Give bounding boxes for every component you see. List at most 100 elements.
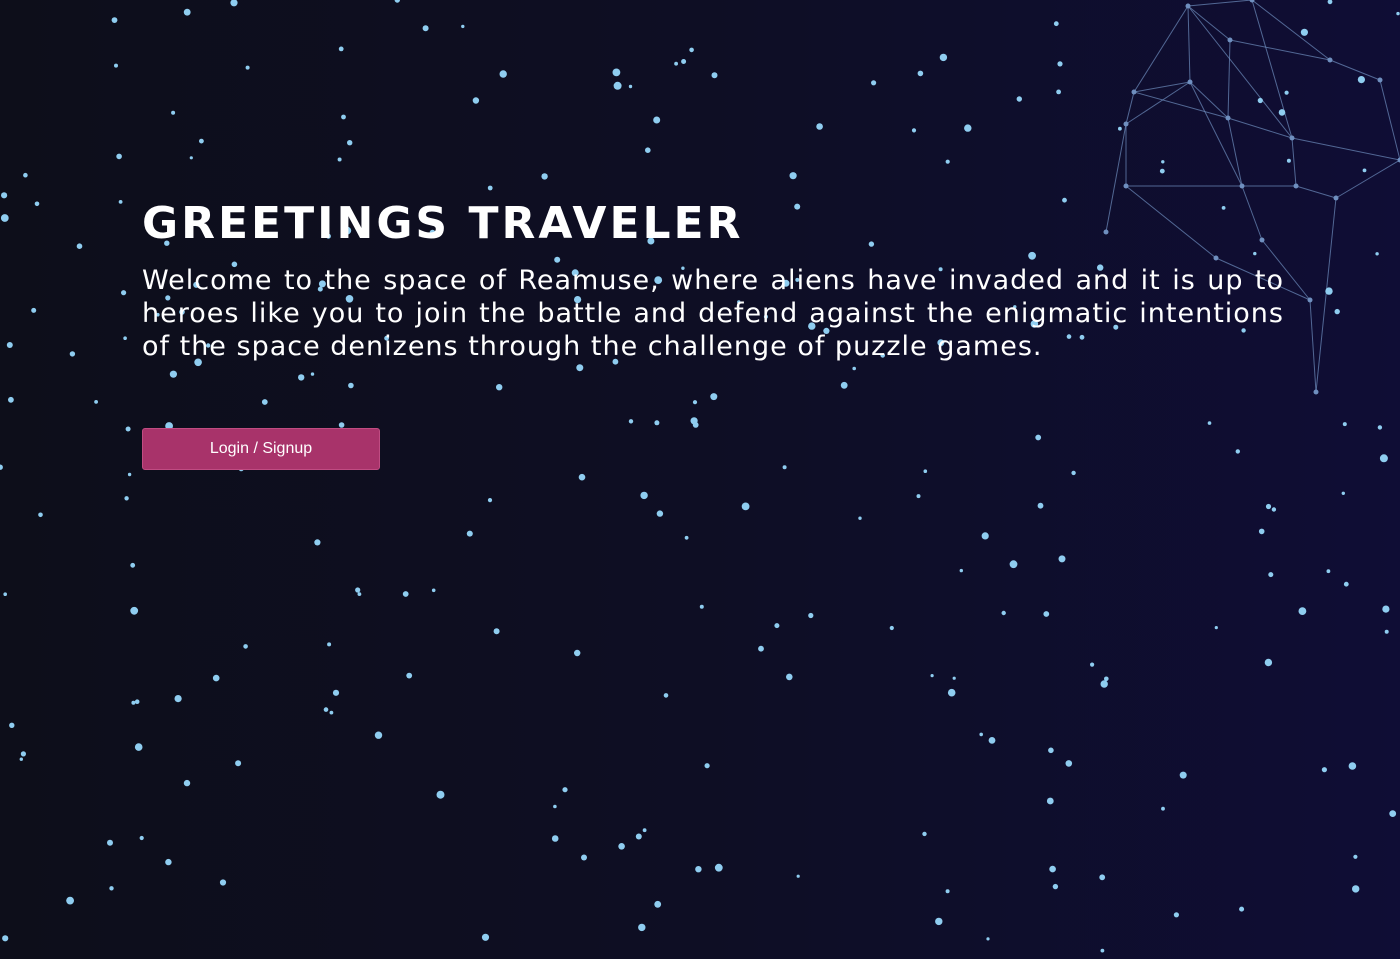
star-dot [1057, 61, 1063, 67]
star-dot [34, 201, 40, 207]
star-dot [628, 84, 633, 89]
network-line [1227, 39, 1231, 119]
star-dot [329, 710, 334, 715]
star-dot [638, 923, 646, 932]
star-dot [979, 732, 983, 737]
star-dot [858, 516, 862, 520]
star-dot [1037, 502, 1044, 509]
network-line [1227, 117, 1293, 139]
star-dot [562, 787, 568, 793]
star-dot [487, 498, 493, 503]
star-dot [406, 672, 413, 679]
star-dot [472, 97, 480, 104]
star-dot [125, 426, 131, 432]
star-dot [1058, 555, 1066, 563]
star-dot [171, 110, 176, 115]
star-dot [1161, 806, 1165, 811]
star-dot [116, 153, 122, 160]
star-dot [431, 588, 436, 593]
star-dot [230, 0, 238, 7]
star-dot [1286, 158, 1291, 163]
network-node [1293, 183, 1299, 189]
star-dot [541, 173, 548, 180]
star-dot [741, 502, 750, 511]
network-node [1187, 79, 1193, 85]
star-dot [917, 70, 924, 77]
star-dot [134, 699, 140, 704]
star-dot [581, 854, 587, 861]
network-node [1225, 115, 1231, 121]
star-dot [114, 63, 118, 68]
star-dot [130, 606, 139, 615]
star-dot [38, 512, 43, 518]
star-dot [1016, 96, 1022, 102]
star-dot [640, 491, 648, 500]
star-dot [645, 147, 651, 153]
star-dot [710, 393, 718, 401]
star-dot [1362, 168, 1367, 173]
page-title: GREETINGS TRAVELER [142, 198, 744, 249]
network-line [1251, 0, 1331, 61]
network-line [1329, 59, 1381, 81]
login-signup-button[interactable]: Login / Signup [142, 428, 380, 470]
star-dot [1264, 658, 1273, 667]
star-dot [1257, 97, 1263, 104]
star-dot [808, 612, 814, 619]
star-dot [816, 123, 823, 130]
star-dot [0, 464, 3, 470]
star-dot [327, 642, 332, 647]
network-line [1291, 137, 1400, 161]
star-dot [1161, 160, 1165, 164]
star-dot [1382, 605, 1390, 613]
star-dot [314, 539, 321, 546]
star-dot [1379, 454, 1388, 463]
star-dot [130, 562, 136, 568]
network-line [1251, 0, 1293, 139]
star-dot [31, 307, 37, 313]
star-dot [612, 68, 621, 77]
star-dot [964, 124, 972, 132]
star-dot [1090, 662, 1095, 667]
star-dot [1239, 906, 1245, 912]
star-dot [109, 886, 114, 891]
network-line [1125, 81, 1191, 125]
star-dot [674, 61, 678, 66]
star-dot [574, 649, 581, 657]
star-dot [6, 342, 13, 348]
star-dot [852, 366, 856, 371]
star-dot [118, 200, 123, 204]
star-dot [1375, 252, 1379, 256]
star-dot [642, 828, 647, 833]
star-dot [714, 863, 723, 872]
star-dot [23, 172, 28, 178]
network-line [1309, 299, 1317, 393]
star-dot [1357, 76, 1365, 84]
star-dot [348, 382, 354, 389]
network-line [1229, 39, 1331, 61]
network-node [1289, 135, 1295, 141]
star-dot [1043, 611, 1050, 617]
star-dot [332, 689, 340, 696]
star-dot [402, 591, 409, 597]
star-dot [916, 494, 921, 499]
star-dot [94, 400, 98, 404]
star-dot [1389, 810, 1397, 817]
star-dot [1214, 626, 1218, 630]
star-dot [988, 737, 996, 744]
star-dot [656, 510, 664, 517]
star-dot [165, 858, 172, 866]
star-dot [758, 645, 764, 652]
star-dot [1284, 90, 1289, 95]
star-dot [930, 674, 934, 678]
network-node [1123, 183, 1129, 189]
star-dot [1327, 0, 1333, 5]
network-node [1239, 183, 1245, 189]
star-dot [1173, 912, 1179, 918]
star-dot [124, 496, 129, 501]
star-dot [613, 81, 622, 90]
star-dot [1049, 865, 1056, 873]
star-dot [139, 835, 144, 841]
network-node [1131, 89, 1137, 95]
starfield-background [0, 0, 1400, 953]
star-dot [1271, 507, 1277, 512]
